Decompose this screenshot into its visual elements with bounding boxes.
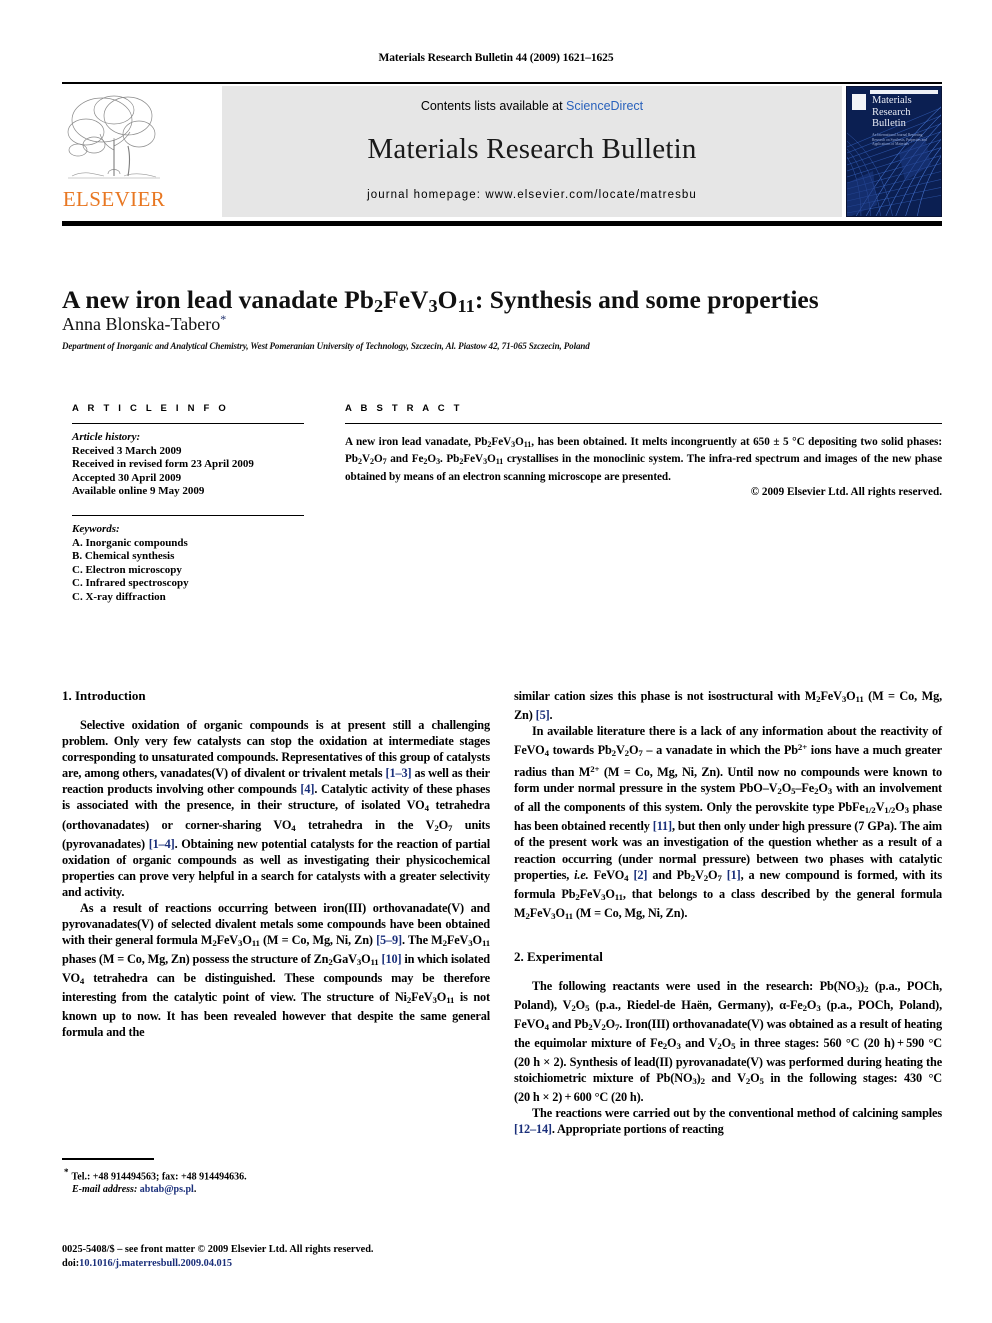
title-part-2: FeV	[383, 285, 429, 315]
footnote-tel-line: * Tel.: +48 914494563; fax: +48 914494636…	[64, 1166, 490, 1184]
citation-1-3[interactable]: [1–3]	[386, 766, 412, 780]
keyword-item: A. Inorganic compounds	[72, 536, 188, 549]
paragraph-intro-2: As a result of reactions occurring betwe…	[62, 900, 491, 1040]
masthead-center-band: Contents lists available at ScienceDirec…	[222, 86, 842, 217]
contents-prefix: Contents lists available at	[420, 99, 567, 113]
keywords-label: Keywords:	[72, 522, 120, 535]
sciencedirect-link[interactable]: ScienceDirect	[566, 99, 643, 113]
cover-top-bar	[870, 90, 938, 94]
paragraph-intro-1: Selective oxidation of organic compounds…	[62, 718, 490, 899]
running-head: Materials Research Bulletin 44 (2009) 16…	[378, 52, 614, 64]
article-info-rule	[72, 423, 304, 424]
title-part-3: O	[437, 285, 458, 315]
keyword-item: B. Chemical synthesis	[72, 550, 175, 563]
keywords-rule	[72, 514, 304, 516]
masthead-top-rule	[62, 82, 942, 84]
keywords-block: Keywords: A. Inorganic compounds B. Chem…	[72, 523, 304, 605]
doi-label: doi:	[62, 1257, 80, 1269]
citation-1-4[interactable]: [1–4]	[149, 837, 175, 851]
article-history-block: Article history: Received 3 March 2009 R…	[72, 431, 304, 499]
abstract-copyright: © 2009 Elsevier Ltd. All rights reserved…	[750, 486, 942, 499]
keyword-item: C. Infrared spectroscopy	[72, 577, 189, 590]
email-label: E-mail address:	[72, 1184, 138, 1196]
issn-line: 0025-5408/$ – see front matter © 2009 El…	[62, 1244, 374, 1255]
doi-value[interactable]: 10.1016/j.materresbull.2009.04.015	[79, 1258, 232, 1269]
section-heading-introduction: 1. Introduction	[62, 688, 146, 703]
keyword-item: C. Electron microscopy	[72, 563, 182, 576]
footnote-rule	[62, 1158, 154, 1160]
article-history-label: Article history:	[72, 431, 141, 443]
section-heading-experimental: 2. Experimental	[514, 948, 603, 964]
email-link[interactable]: abtab@ps.pl	[140, 1184, 194, 1195]
doi-line: doi:10.1016/j.materresbull.2009.04.015	[62, 1257, 562, 1271]
citation-5[interactable]: [5]	[536, 708, 550, 722]
corresponding-author-marker[interactable]: *	[220, 312, 226, 326]
journal-masthead: ELSEVIER Contents lists available at Sci…	[62, 82, 942, 226]
title-part-4: : Synthesis and some properties	[474, 285, 819, 315]
paragraph-experimental-2: The reactions were carried out by the co…	[514, 1106, 942, 1137]
cover-title-line-1: Materials	[872, 95, 912, 106]
paper-page: Materials Research Bulletin 44 (2009) 16…	[0, 0, 992, 1323]
cover-publisher-badge	[852, 94, 866, 110]
article-info-column: A R T I C L E I N F O Article history: R…	[72, 403, 304, 605]
citation-5-9[interactable]: [5–9]	[376, 933, 402, 947]
abstract-column: A B S T R A C T A new iron lead vanadate…	[345, 403, 942, 498]
cover-subtitle: An International Journal Reporting Resea…	[872, 133, 927, 147]
history-item: Available online 9 May 2009	[72, 485, 205, 498]
paragraph-experimental-1: The following reactants were used in the…	[514, 978, 943, 1104]
footnote-marker: *	[64, 1166, 69, 1177]
history-item: Accepted 30 April 2009	[72, 471, 182, 484]
journal-homepage[interactable]: journal homepage: www.elsevier.com/locat…	[222, 189, 842, 201]
journal-title: Materials Research Bulletin	[367, 133, 697, 165]
author-label: Anna Blonska-Tabero	[62, 314, 221, 334]
title-part-1: A new iron lead vanadate Pb	[62, 285, 374, 315]
cover-title-line-3: Bulletin	[872, 118, 906, 129]
elsevier-logo: ELSEVIER	[62, 86, 166, 217]
body-column-left: 1. Introduction Selective oxidation of o…	[62, 688, 490, 1040]
abstract-heading: A B S T R A C T	[345, 403, 463, 414]
abstract-rule	[345, 423, 942, 424]
corresponding-author-footnote: * Tel.: +48 914494563; fax: +48 914494636…	[62, 1158, 490, 1197]
cover-title-line-2: Research	[872, 106, 911, 118]
history-item: Received in revised form 23 April 2009	[72, 458, 254, 471]
abstract-text: A new iron lead vanadate, Pb2FeV3O11, ha…	[345, 436, 942, 483]
citation-4[interactable]: [4]	[300, 782, 314, 796]
citation-1[interactable]: [1]	[727, 868, 741, 882]
paragraph-intro-2-continued: similar cation sizes this phase is not i…	[514, 689, 942, 723]
paragraph-intro-3: In available literature there is a lack …	[514, 724, 942, 921]
cover-title: Materials Research Bulletin	[872, 95, 912, 130]
affiliation: Department of Inorganic and Analytical C…	[62, 341, 590, 351]
masthead-bottom-rule	[62, 221, 942, 226]
footnote-tel-fax: Tel.: +48 914494563; fax: +48 914494636.	[71, 1170, 247, 1182]
footnote-text: * Tel.: +48 914494563; fax: +48 914494636…	[62, 1166, 490, 1197]
author-name: Anna Blonska-Tabero*	[62, 312, 942, 335]
contents-available-line: Contents lists available at ScienceDirec…	[222, 99, 842, 113]
citation-10[interactable]: [10]	[382, 952, 402, 966]
elsevier-tree-icon	[67, 95, 160, 179]
publication-footer: 0025-5408/$ – see front matter © 2009 El…	[62, 1243, 562, 1270]
elsevier-wordmark: ELSEVIER	[62, 187, 166, 211]
history-item: Received 3 March 2009	[72, 444, 182, 457]
citation-2[interactable]: [2]	[633, 868, 647, 882]
journal-cover-thumbnail: Materials Research Bulletin An Internati…	[846, 86, 942, 217]
article-info-heading: A R T I C L E I N F O	[72, 403, 229, 414]
citation-12-14[interactable]: [12–14]	[514, 1122, 552, 1136]
footnote-email-line: E-mail address: abtab@ps.pl.	[72, 1184, 197, 1196]
citation-11[interactable]: [11]	[653, 819, 672, 833]
body-column-right: similar cation sizes this phase is not i…	[514, 688, 942, 1137]
keyword-item: C. X-ray diffraction	[72, 590, 166, 603]
